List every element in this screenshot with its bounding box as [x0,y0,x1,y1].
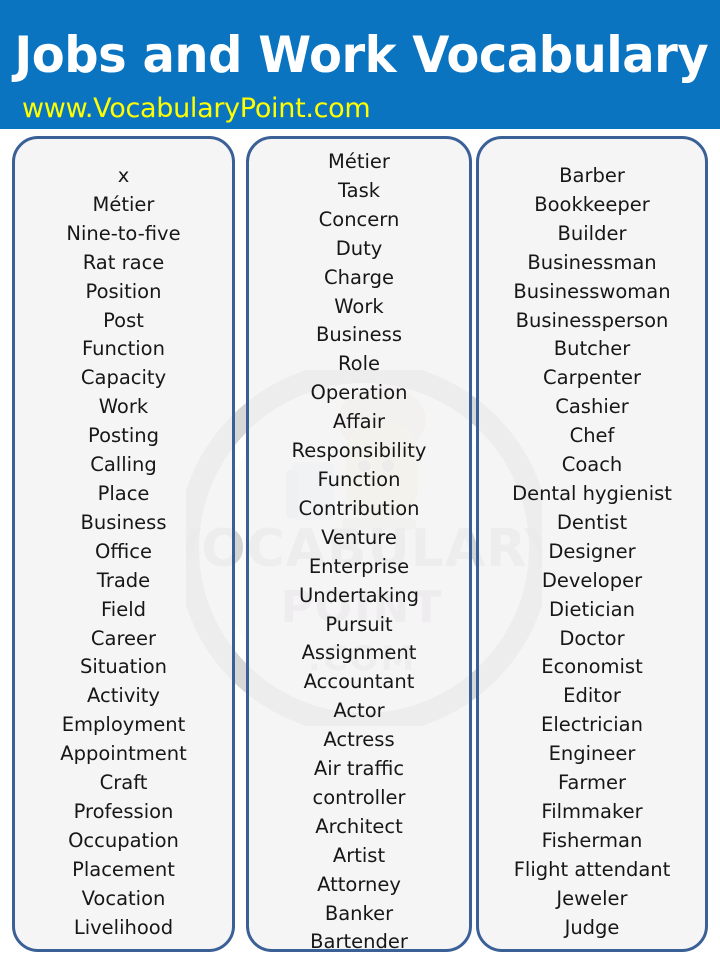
vocabulary-word: Position [85,279,162,303]
vocabulary-word: Post [103,308,144,332]
vocabulary-word: Work [334,294,384,318]
vocabulary-word: Air traffic [313,757,405,781]
vocabulary-word: Métier [328,150,390,173]
vocabulary-word: Bookkeeper [534,192,650,216]
vocabulary-word: Assignment [301,641,417,665]
vocabulary-word: Role [337,352,381,376]
vocabulary-word: Designer [548,539,636,563]
vocabulary-word: Place [97,481,150,505]
vocabulary-word: Function [82,337,165,361]
vocabulary-word: Jeweler [556,886,628,910]
vocabulary-word: Carpenter [543,366,641,390]
vocabulary-word: Businessperson [515,308,669,332]
header-banner: Jobs and Work Vocabulary www.VocabularyP… [0,0,720,129]
vocabulary-word: Pursuit [325,612,393,636]
vocabulary-word: Livelihood [73,915,174,939]
vocabulary-word: Businessman [527,250,657,274]
vocabulary-word: Contribution [298,496,420,520]
vocabulary-word: Office [95,539,152,563]
vocabulary-word: Electrician [541,713,643,737]
vocabulary-word: Accountant [303,670,415,694]
vocabulary-card-2: Métier Task Concern Duty Charge Work Business R… [246,136,472,952]
vocabulary-word: Banker [324,901,394,925]
vocabulary-columns: x Métier Nine-to-five Rat race Position Post F… [0,136,720,956]
vocabulary-word: Chef [569,424,615,448]
vocabulary-word: Architect [315,814,403,838]
vocabulary-word: Work [98,395,149,419]
vocabulary-word: Trade [96,568,151,592]
vocabulary-word: Doctor [559,626,625,650]
vocabulary-word: Businesswoman [513,279,671,303]
page-title: Jobs and Work Vocabulary [14,26,709,84]
vocabulary-word: Activity [87,684,160,708]
vocabulary-card-3: Barber Bookkeeper Builder Businessman Busine… [476,136,708,952]
vocabulary-word: Economist [541,655,643,679]
vocabulary-word: Vocation [81,886,166,910]
vocabulary-word: Duty [335,236,383,260]
vocabulary-word: Métier [92,192,155,216]
vocabulary-list-3: Barber Bookkeeper Builder Businessman Busine… [479,139,705,942]
vocabulary-word: Barber [559,164,625,187]
vocabulary-word: Occupation [68,828,179,852]
vocabulary-word: Butcher [553,337,631,361]
vocabulary-word: Business [316,323,402,347]
vocabulary-word: Posting [88,424,159,448]
vocabulary-word: Nine-to-five [66,221,181,245]
vocabulary-word: Flight attendant [513,857,671,881]
site-url: www.VocabularyPoint.com [22,93,371,124]
vocabulary-word: controller [312,785,406,809]
vocabulary-word: Artist [332,843,386,867]
vocabulary-word: Farmer [557,771,627,795]
vocabulary-word: Rat race [82,250,165,274]
vocabulary-word: Actor [333,699,385,723]
vocabulary-list-2: Métier Task Concern Duty Charge Work Business R… [249,139,469,952]
vocabulary-word: Task [337,178,381,202]
vocabulary-word: Field [100,597,146,621]
vocabulary-word: Concern [318,207,400,231]
vocabulary-word: Craft [99,771,148,795]
vocabulary-word: Capacity [80,366,167,390]
vocabulary-word: Charge [324,265,394,289]
vocabulary-word: Business [80,510,167,534]
vocabulary-card-1: x Métier Nine-to-five Rat race Position Post F… [12,136,235,952]
vocabulary-list-1: x Métier Nine-to-five Rat race Position Post F… [15,139,232,942]
vocabulary-word: Employment [61,713,186,737]
vocabulary-word: Judge [564,915,620,939]
vocabulary-word: Developer [541,568,643,592]
vocabulary-word: Builder [557,221,627,245]
vocabulary-word: Profession [73,799,174,823]
vocabulary-word: Affair [332,410,386,434]
vocabulary-word: Coach [561,453,623,477]
vocabulary-word: Operation [310,381,408,405]
vocabulary-word: Situation [79,655,168,679]
vocabulary-word: Dentist [556,510,628,534]
vocabulary-word: Function [317,467,401,491]
vocabulary-word: Dietician [549,597,635,621]
vocabulary-word: Responsibility [291,439,427,463]
vocabulary-word: Attorney [317,872,401,896]
vocabulary-word: Actress [323,728,395,752]
vocabulary-word: Placement [72,857,175,881]
vocabulary-word: Filmmaker [541,799,643,823]
vocabulary-word: Appointment [60,742,187,766]
vocabulary-word: Calling [90,453,157,477]
vocabulary-word: Venture [321,525,397,549]
vocabulary-word: x [117,164,130,187]
vocabulary-word: Enterprise [308,554,410,578]
vocabulary-word: Career [90,626,157,650]
vocabulary-word: Dental hygienist [512,481,672,505]
vocabulary-word: Undertaking [298,583,420,607]
vocabulary-word: Editor [563,684,621,708]
vocabulary-word: Bartender [310,930,408,952]
vocabulary-word: Engineer [548,742,636,766]
vocabulary-word: Fisherman [541,828,643,852]
vocabulary-word: Cashier [555,395,629,419]
